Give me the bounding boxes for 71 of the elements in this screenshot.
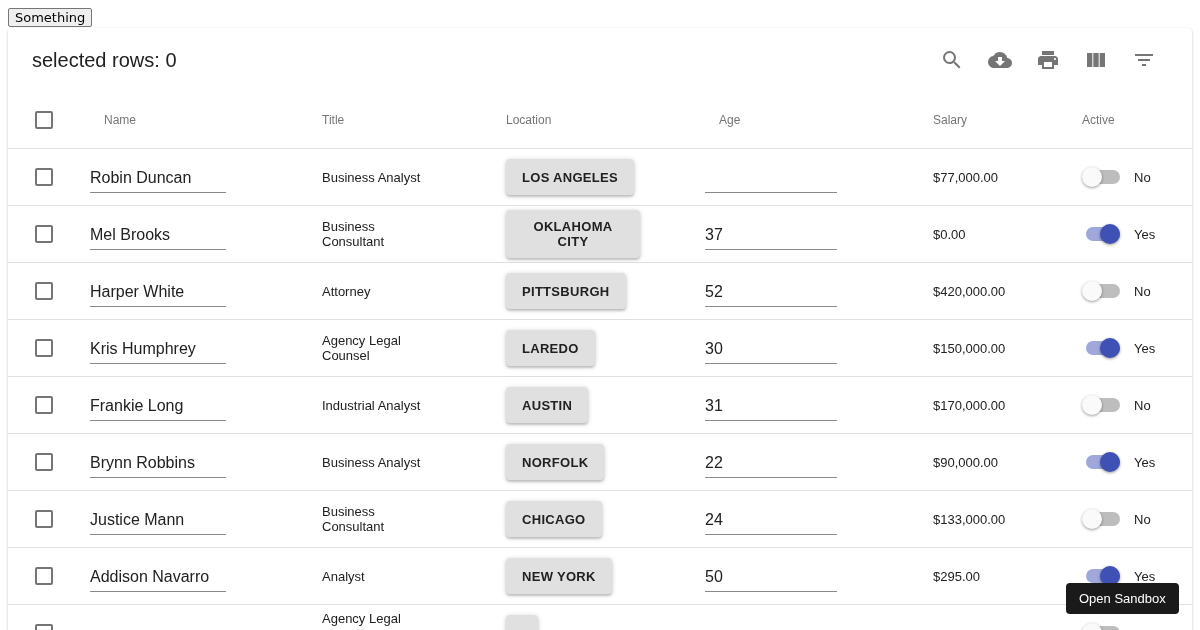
toolbar-title: selected rows: 0 xyxy=(32,48,178,72)
row-checkbox[interactable] xyxy=(35,339,53,357)
active-label: Yes xyxy=(1134,226,1156,242)
something-button[interactable]: Something xyxy=(8,8,93,27)
name-field[interactable]: Kris Humphrey xyxy=(90,332,226,364)
active-label: No xyxy=(1134,397,1151,413)
column-header[interactable]: Title xyxy=(322,113,345,127)
row-checkbox[interactable] xyxy=(35,282,53,300)
active-label: No xyxy=(1134,511,1151,527)
salary: $420,000.00 xyxy=(933,283,1006,299)
salary: $170,000.00 xyxy=(933,397,1006,413)
column-header[interactable]: Active xyxy=(1082,113,1115,127)
age-field[interactable]: 30 xyxy=(705,332,837,364)
name-field[interactable]: Mel Brooks xyxy=(90,218,226,250)
job-title: Agency Legal xyxy=(322,611,401,626)
row-checkbox[interactable] xyxy=(35,510,53,528)
row-checkbox[interactable] xyxy=(35,396,53,414)
age-field[interactable]: 31 xyxy=(705,389,837,421)
salary: $0.00 xyxy=(933,226,966,242)
printer-icon xyxy=(1036,48,1060,72)
location-button[interactable]: NEW YORK xyxy=(506,558,612,594)
column-header[interactable]: Salary xyxy=(933,113,967,127)
active-switch[interactable] xyxy=(1086,569,1120,583)
job-title: Analyst xyxy=(322,568,365,584)
tooltip: Open Sandbox xyxy=(1066,583,1179,614)
job-title: Business Consultant xyxy=(322,219,386,249)
name-field[interactable]: Frankie Long xyxy=(90,389,226,421)
age-field[interactable]: 50 xyxy=(705,560,837,592)
salary: $150,000.00 xyxy=(933,340,1006,356)
age-field[interactable]: 52 xyxy=(705,275,837,307)
location-button[interactable]: NORFOLK xyxy=(506,444,605,480)
active-label: No xyxy=(1134,283,1151,299)
job-title: Agency Legal Counsel xyxy=(322,333,402,363)
active-switch[interactable] xyxy=(1086,227,1120,241)
select-all-checkbox[interactable] xyxy=(35,111,53,129)
column-header[interactable]: Location xyxy=(506,113,552,127)
name-field[interactable]: Robin Duncan xyxy=(90,161,226,193)
location-button[interactable]: OKLAHOMA CITY xyxy=(506,210,640,258)
location-button[interactable]: PITTSBURGH xyxy=(506,273,626,309)
age-field[interactable]: 37 xyxy=(705,218,837,250)
job-title: Industrial Analyst xyxy=(322,397,421,413)
job-title: Business Consultant xyxy=(322,504,386,534)
row-checkbox[interactable] xyxy=(35,225,53,243)
active-label: Yes xyxy=(1134,568,1156,584)
row-checkbox[interactable] xyxy=(35,453,53,471)
active-switch[interactable] xyxy=(1086,341,1120,355)
name-field[interactable]: Brynn Robbins xyxy=(90,446,226,478)
job-title: Attorney xyxy=(322,283,371,299)
age-field[interactable]: 22 xyxy=(705,446,837,478)
salary: $133,000.00 xyxy=(933,511,1006,527)
name-field[interactable]: Addison Navarro xyxy=(90,560,226,592)
job-title: Business Analyst xyxy=(322,454,421,470)
column-header[interactable]: Name xyxy=(104,113,136,127)
column-header[interactable]: Age xyxy=(719,113,741,127)
location-button[interactable]: LAREDO xyxy=(506,330,595,366)
location-button[interactable]: AUSTIN xyxy=(506,387,589,423)
salary: $295.00 xyxy=(933,568,980,584)
active-label: Yes xyxy=(1134,340,1156,356)
active-label: Yes xyxy=(1134,454,1156,470)
row-checkbox[interactable] xyxy=(35,168,53,186)
name-field[interactable]: Justice Mann xyxy=(90,503,226,535)
job-title: Business Analyst xyxy=(322,169,421,185)
salary: $77,000.00 xyxy=(933,169,999,185)
name-field[interactable]: Harper White xyxy=(90,275,226,307)
active-switch[interactable] xyxy=(1086,455,1120,469)
active-label: No xyxy=(1134,169,1151,185)
location-button[interactable]: CHICAGO xyxy=(506,501,602,537)
salary: $90,000.00 xyxy=(933,454,999,470)
row-checkbox[interactable] xyxy=(35,567,53,585)
age-field[interactable]: 24 xyxy=(705,503,837,535)
location-button[interactable]: LOS ANGELES xyxy=(506,159,634,195)
